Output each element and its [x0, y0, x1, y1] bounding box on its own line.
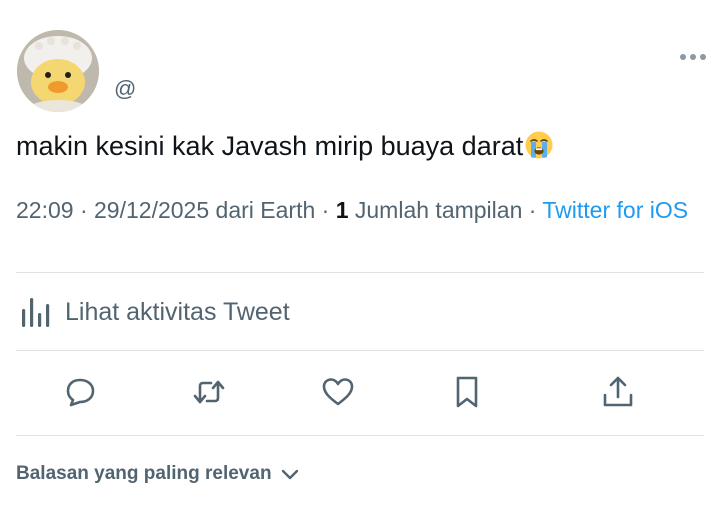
tweet-meta: 22:09 · 29/12/2025 dari Earth · 1 Jumlah…	[16, 196, 696, 225]
divider	[16, 350, 704, 351]
bookmark-button[interactable]	[447, 372, 487, 412]
meta-separator: ·	[73, 197, 95, 223]
share-button[interactable]	[598, 372, 638, 412]
view-tweet-activity-button[interactable]: Lihat aktivitas Tweet	[16, 290, 704, 334]
author-handle[interactable]: @	[114, 76, 136, 102]
loudly-crying-face-emoji	[525, 131, 553, 159]
chevron-down-icon	[281, 469, 298, 480]
tweet-time[interactable]: 22:09	[16, 197, 74, 223]
views-count: 1	[335, 197, 349, 223]
share-icon	[603, 376, 633, 407]
avatar[interactable]	[17, 30, 99, 112]
activity-label: Lihat aktivitas Tweet	[65, 297, 290, 326]
views-label: Jumlah tampilan	[348, 197, 523, 223]
retweet-icon	[193, 380, 225, 404]
reply-button[interactable]	[60, 372, 100, 412]
like-button[interactable]	[318, 372, 358, 412]
duck-avatar-icon	[17, 30, 99, 112]
meta-separator: ·	[522, 197, 543, 223]
meta-separator: ·	[315, 197, 336, 223]
reply-icon	[66, 378, 95, 407]
bookmark-icon	[456, 376, 478, 408]
replies-sort-dropdown[interactable]: Balasan yang paling relevan	[16, 461, 300, 487]
divider	[16, 272, 704, 273]
retweet-button[interactable]	[189, 372, 229, 412]
divider	[16, 435, 704, 436]
tweet-text: makin kesini kak Javash mirip buaya dara…	[16, 128, 554, 164]
tweet-source-link[interactable]: Twitter for iOS	[542, 197, 688, 223]
tweet-text-content: makin kesini kak Javash mirip buaya dara…	[16, 131, 524, 161]
like-heart-icon	[322, 378, 354, 406]
tweet-location: dari Earth	[209, 197, 316, 223]
replies-sort-label: Balasan yang paling relevan	[16, 463, 272, 484]
tweet-date[interactable]: 29/12/2025	[94, 197, 209, 223]
more-horizontal-icon[interactable]	[680, 54, 706, 62]
analytics-bar-chart-icon	[22, 298, 50, 327]
